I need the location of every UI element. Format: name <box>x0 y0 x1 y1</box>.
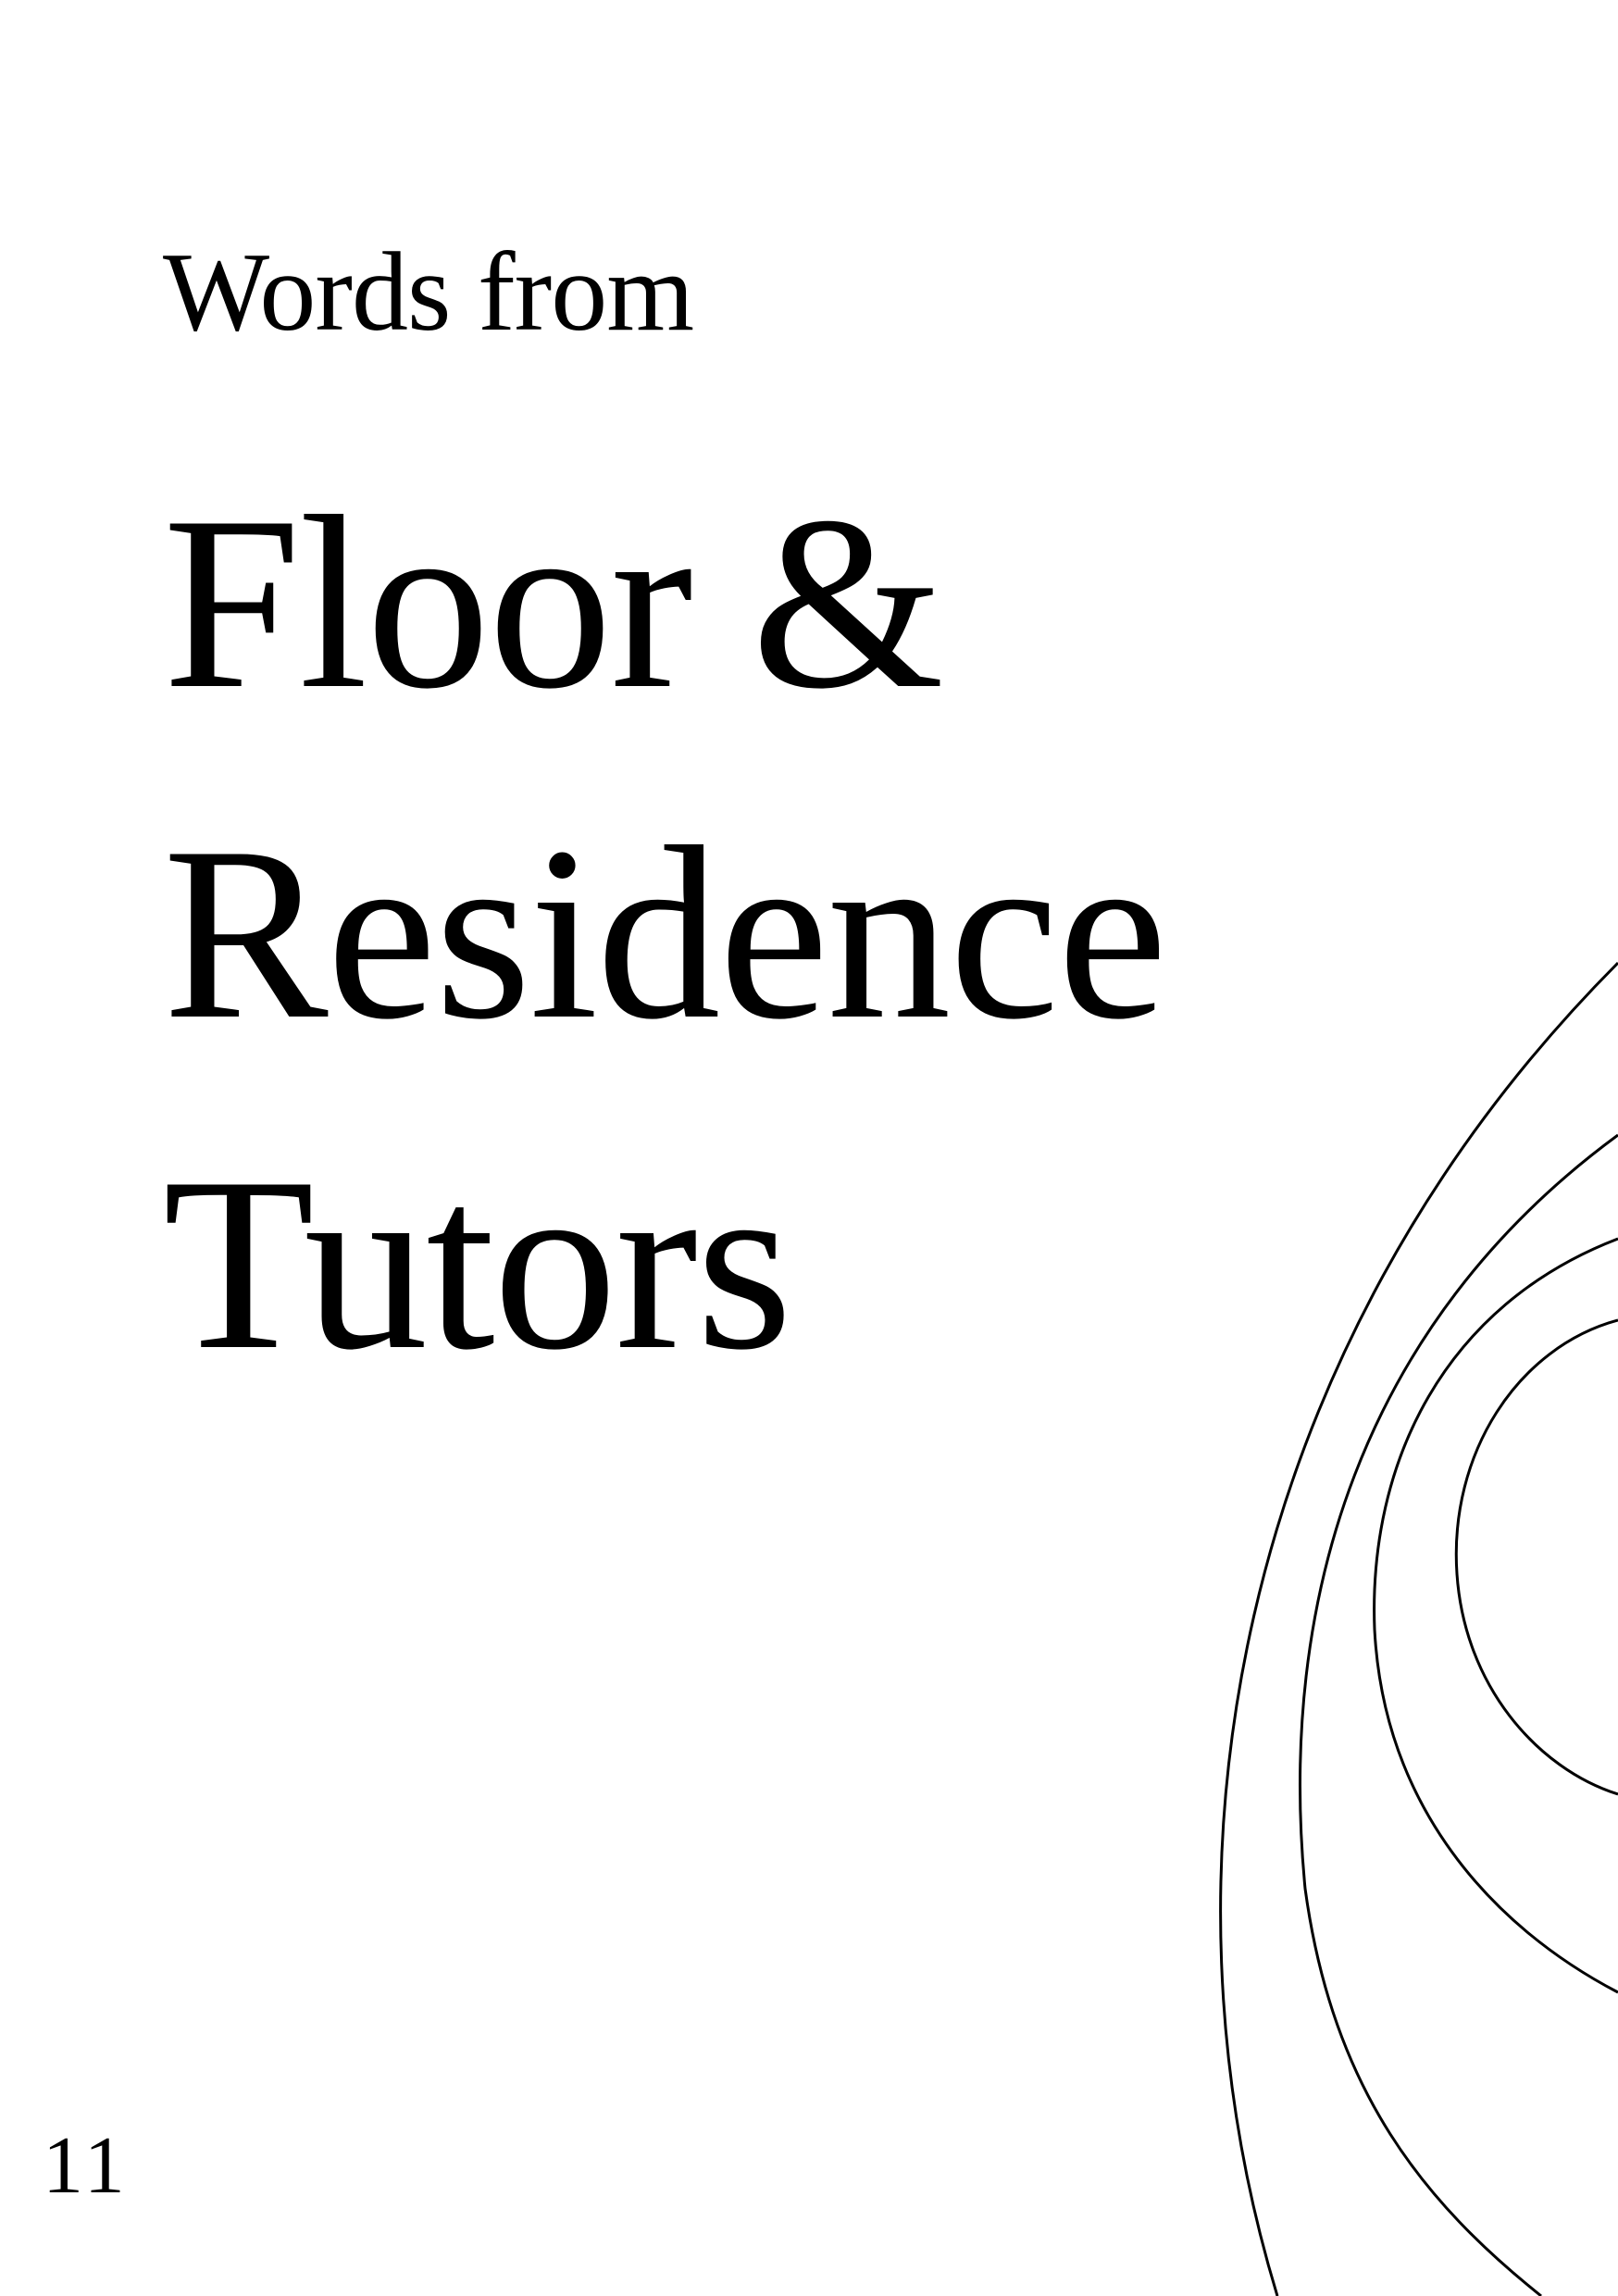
title-line-2: Residence <box>163 795 1167 1070</box>
arc-outer <box>1219 961 1618 2296</box>
page: Words from Floor & Residence Tutors 11 <box>0 0 1618 2296</box>
heading-title: Floor & Residence Tutors <box>163 437 1167 1429</box>
page-number: 11 <box>43 2121 129 2211</box>
arc-third <box>1373 1237 1618 1994</box>
title-line-3: Tutors <box>163 1126 792 1401</box>
arc-second <box>1299 1133 1618 2296</box>
title-line-1: Floor & <box>163 465 944 740</box>
arc-inner <box>1454 1318 1618 1796</box>
heading-subtitle: Words from <box>163 230 694 355</box>
